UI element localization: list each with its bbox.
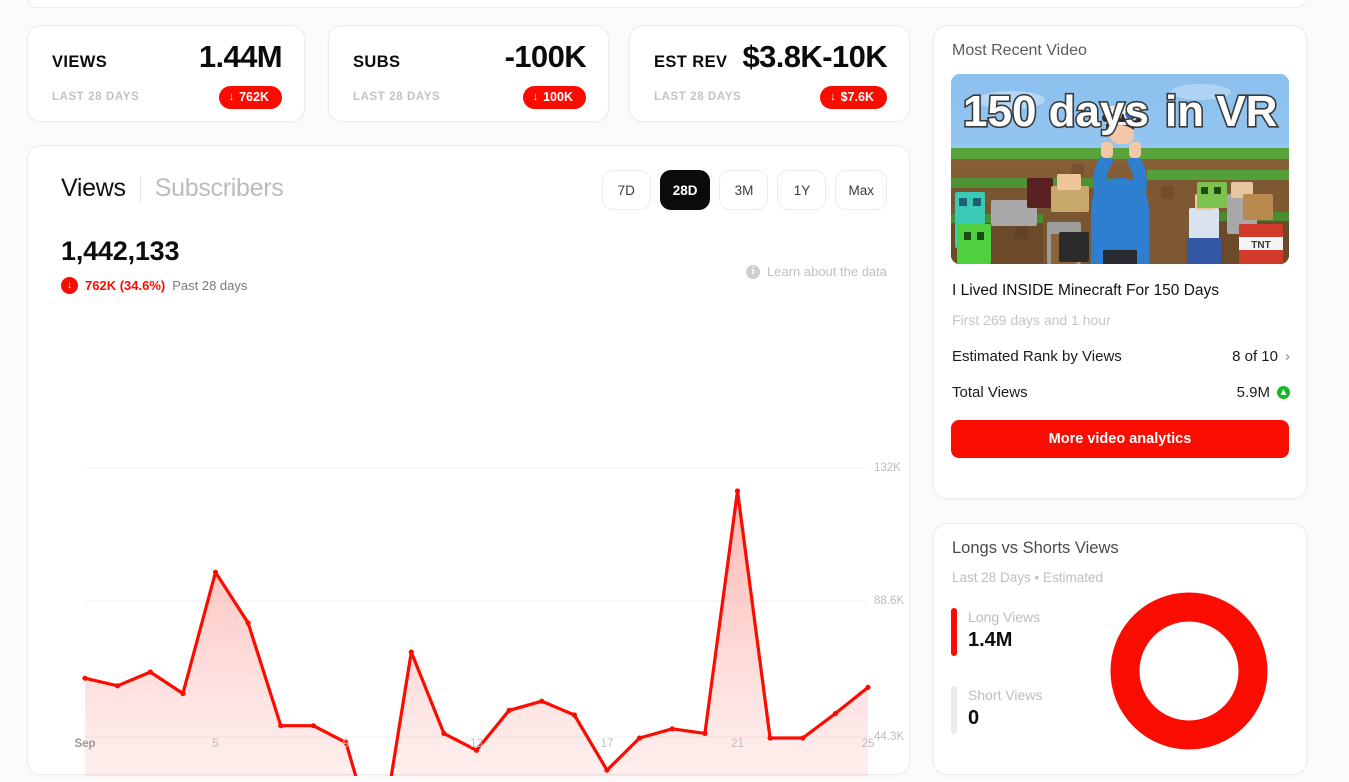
x-axis-tick-label: 17 xyxy=(600,738,614,750)
svg-text:TNT: TNT xyxy=(1251,240,1270,251)
x-axis-tick-label: 13 xyxy=(470,738,483,750)
total-views-number: 5.9M xyxy=(1236,384,1270,401)
legend-short-value: 0 xyxy=(968,707,980,729)
arrow-down-icon: ↓ xyxy=(228,90,235,103)
views-chart-card: Views Subscribers 7D 28D 3M 1Y Max 1,442… xyxy=(27,145,911,782)
longs-vs-shorts-card: Longs vs Shorts Views Last 28 Days • Est… xyxy=(933,523,1307,775)
y-axis-tick-label: 132K xyxy=(874,462,901,474)
arrow-down-icon: ↓ xyxy=(830,90,836,103)
stat-delta-value: 100K xyxy=(543,90,573,104)
thumbnail-right-text: in VR xyxy=(1165,87,1277,136)
video-title[interactable]: I Lived INSIDE Minecraft For 150 Days xyxy=(952,281,1290,300)
stat-delta-badge: ↓ 762K xyxy=(218,86,282,109)
stat-card-header: EST REV $3.8K-10K xyxy=(654,39,888,74)
x-axis-tick-label: 21 xyxy=(731,738,744,750)
stat-value: 1.44M xyxy=(198,39,283,74)
total-views-row: Total Views 5.9M ▲ xyxy=(952,384,1290,401)
legend-short-text: Short Views 0 xyxy=(968,686,1042,734)
stat-card-footer: LAST 28 DAYS ↓ 100K xyxy=(353,86,586,109)
legend-short-views: Short Views 0 xyxy=(951,686,1042,734)
stat-delta-badge: ↓ 100K xyxy=(522,86,586,109)
estimated-rank-row[interactable]: Estimated Rank by Views 8 of 10 › xyxy=(952,348,1290,365)
stat-label: VIEWS xyxy=(52,53,108,71)
video-thumbnail[interactable]: TNT 150 days in VR xyxy=(951,74,1289,264)
legend-color-swatch-long xyxy=(951,608,957,656)
stat-value: $3.8K-10K xyxy=(742,39,887,74)
stat-label: SUBS xyxy=(353,53,401,71)
longs-vs-shorts-subtitle: Last 28 Days • Estimated xyxy=(952,570,1104,585)
stat-card-subs: SUBS -100K LAST 28 DAYS ↓ 100K xyxy=(328,25,609,122)
x-axis-tick-label: 5 xyxy=(212,738,219,750)
y-axis-tick-label: 88.6K xyxy=(874,595,905,608)
thumbnail-art: TNT 150 days in VR xyxy=(951,74,1289,264)
stat-delta-value: 762K xyxy=(239,90,269,104)
more-video-analytics-button[interactable]: More video analytics xyxy=(951,420,1289,458)
arrow-down-icon: ↓ xyxy=(532,90,539,103)
stat-period: LAST 28 DAYS xyxy=(353,91,441,104)
stat-period: LAST 28 DAYS xyxy=(654,91,742,104)
longs-vs-shorts-donut-chart[interactable] xyxy=(1104,586,1274,761)
stat-delta-badge: ↓ $7.6K xyxy=(820,86,887,109)
most-recent-video-card: Most Recent Video TNT 150 days in VR I L… xyxy=(933,25,1307,499)
x-axis-tick-label: Sep xyxy=(74,738,96,750)
legend-long-text: Long Views 1.4M xyxy=(968,608,1040,656)
stat-card-header: SUBS -100K xyxy=(353,39,587,74)
legend-long-label: Long Views xyxy=(968,609,1041,625)
y-axis-tick-label: 44.3K xyxy=(874,731,905,744)
page-top-edge-card xyxy=(28,0,1305,8)
x-axis-tick-label: 9 xyxy=(342,738,350,750)
estimated-rank-value: 8 of 10 xyxy=(1232,348,1278,365)
thumbnail-left-text: 150 days xyxy=(963,87,1149,136)
total-views-value-group: 5.9M ▲ xyxy=(1237,384,1290,401)
stat-card-est-rev: EST REV $3.8K-10K LAST 28 DAYS ↓ $7.6K xyxy=(629,25,910,122)
longs-vs-shorts-title: Longs vs Shorts Views xyxy=(952,539,1119,557)
chart-svg xyxy=(82,467,871,782)
stat-card-views: VIEWS 1.44M LAST 28 DAYS ↓ 762K xyxy=(27,25,305,122)
total-views-label: Total Views xyxy=(952,384,1028,401)
legend-short-label: Short Views xyxy=(968,687,1043,703)
estimated-rank-value-group: 8 of 10 › xyxy=(1232,348,1290,365)
stat-card-footer: LAST 28 DAYS ↓ $7.6K xyxy=(654,86,887,109)
legend-color-swatch-short xyxy=(951,686,957,734)
chevron-right-icon: › xyxy=(1285,348,1290,365)
stat-delta-value: $7.6K xyxy=(840,90,874,104)
donut-svg xyxy=(1110,592,1268,750)
stat-period: LAST 28 DAYS xyxy=(52,91,140,104)
stat-card-footer: LAST 28 DAYS ↓ 762K xyxy=(52,86,282,109)
views-area-chart[interactable]: 132K88.6K44.3K0Sep5913172125 xyxy=(28,146,911,782)
stat-card-header: VIEWS 1.44M xyxy=(52,39,283,74)
legend-long-value: 1.4M xyxy=(968,629,1013,651)
arrow-up-circle-icon: ▲ xyxy=(1277,386,1290,399)
x-axis-tick-label: 25 xyxy=(861,738,875,750)
estimated-rank-label: Estimated Rank by Views xyxy=(952,348,1122,365)
video-subtitle: First 269 days and 1 hour xyxy=(952,312,1111,328)
legend-long-views: Long Views 1.4M xyxy=(951,608,1040,656)
most-recent-video-title: Most Recent Video xyxy=(952,42,1087,59)
stat-value: -100K xyxy=(504,39,587,74)
stat-label: EST REV xyxy=(654,53,728,71)
